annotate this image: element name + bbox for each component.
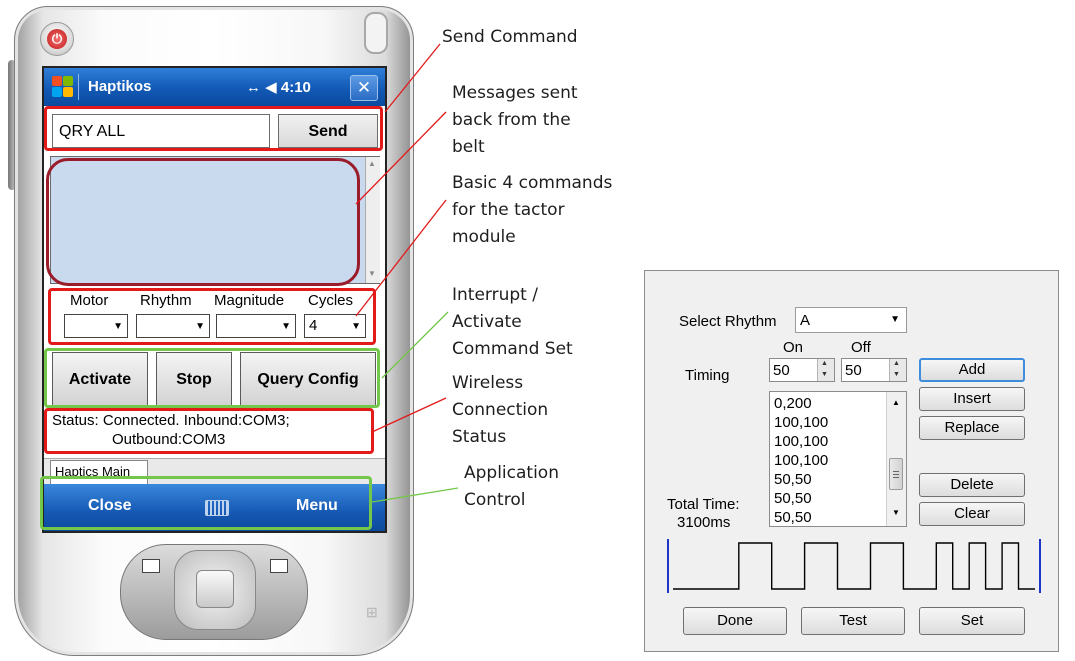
list-item[interactable]: 100,100	[774, 451, 828, 470]
annotation-line: module	[452, 227, 516, 247]
insert-button[interactable]: Insert	[919, 387, 1025, 411]
list-item[interactable]: 0,200	[774, 394, 812, 413]
annotation-line: belt	[452, 137, 485, 157]
annotation-line: Connection	[452, 400, 549, 420]
annotation-line: for the tactor	[452, 200, 565, 220]
on-label: On	[783, 339, 804, 356]
list-item[interactable]: 50,50	[774, 470, 812, 489]
spin-up-icon[interactable]: ▲	[893, 360, 900, 367]
annotation-basic-commands: Basic 4 commands for the tactor module	[452, 170, 612, 251]
annotation-line: Activate	[452, 312, 522, 332]
scroll-down-icon[interactable]: ▼	[892, 508, 900, 517]
annotation-line: Basic 4 commands	[452, 173, 613, 193]
annotation-send-command: Send Command	[442, 27, 578, 47]
total-time-value: 3100ms	[677, 514, 731, 531]
annotation-line: Status	[452, 427, 507, 447]
timing-label: Timing	[685, 367, 730, 384]
on-time-spinner[interactable]: 50 ▲ ▼	[769, 358, 835, 382]
off-time-value: 50	[845, 362, 862, 379]
scroll-thumb[interactable]	[889, 458, 903, 490]
list-item[interactable]: 100,100	[774, 432, 828, 451]
replace-button[interactable]: Replace	[919, 416, 1025, 440]
total-time-label: Total Time:	[667, 496, 740, 513]
spinner-buttons[interactable]: ▲ ▼	[817, 359, 834, 381]
waveform-trace	[673, 542, 1035, 590]
select-rhythm-combo[interactable]: A ▼	[795, 307, 907, 333]
spinner-buttons[interactable]: ▲ ▼	[889, 359, 906, 381]
annotation-line: Control	[464, 490, 526, 510]
rhythm-editor-dialog: Select Rhythm A ▼ On Off Timing 50 ▲ ▼ 5…	[644, 270, 1059, 652]
annotation-wireless: Wireless Connection Status	[452, 370, 548, 451]
chevron-down-icon: ▼	[890, 314, 900, 325]
timing-listbox[interactable]: 0,200 100,100 100,100 100,100 50,50 50,5…	[769, 391, 907, 527]
list-item[interactable]: 50,50	[774, 508, 812, 526]
select-rhythm-value: A	[800, 312, 811, 329]
set-button[interactable]: Set	[919, 607, 1025, 635]
annotation-line: Wireless	[452, 373, 524, 393]
list-item[interactable]: 100,100	[774, 413, 828, 432]
spin-down-icon[interactable]: ▼	[893, 371, 900, 378]
rhythm-waveform	[667, 539, 1041, 593]
spin-down-icon[interactable]: ▼	[821, 371, 828, 378]
annotation-line: Interrupt /	[452, 285, 538, 305]
test-button[interactable]: Test	[801, 607, 905, 635]
delete-button[interactable]: Delete	[919, 473, 1025, 497]
list-item[interactable]: 50,50	[774, 489, 812, 508]
clear-button[interactable]: Clear	[919, 502, 1025, 526]
select-rhythm-label: Select Rhythm	[679, 313, 777, 330]
done-button[interactable]: Done	[683, 607, 787, 635]
annotation-line: back from the	[452, 110, 571, 130]
annotation-line: Application	[464, 463, 559, 483]
off-time-spinner[interactable]: 50 ▲ ▼	[841, 358, 907, 382]
add-button[interactable]: Add	[919, 358, 1025, 382]
on-time-value: 50	[773, 362, 790, 379]
annotation-interrupt: Interrupt / Activate Command Set	[452, 282, 573, 363]
annotation-messages: Messages sent back from the belt	[452, 80, 578, 161]
off-label: Off	[851, 339, 871, 356]
annotation-app-control: Application Control	[464, 460, 559, 514]
annotation-line: Messages sent	[452, 83, 578, 103]
listbox-scrollbar[interactable]: ▲ ▼	[886, 392, 906, 526]
scroll-up-icon[interactable]: ▲	[892, 398, 900, 407]
annotation-line: Command Set	[452, 339, 573, 359]
spin-up-icon[interactable]: ▲	[821, 360, 828, 367]
